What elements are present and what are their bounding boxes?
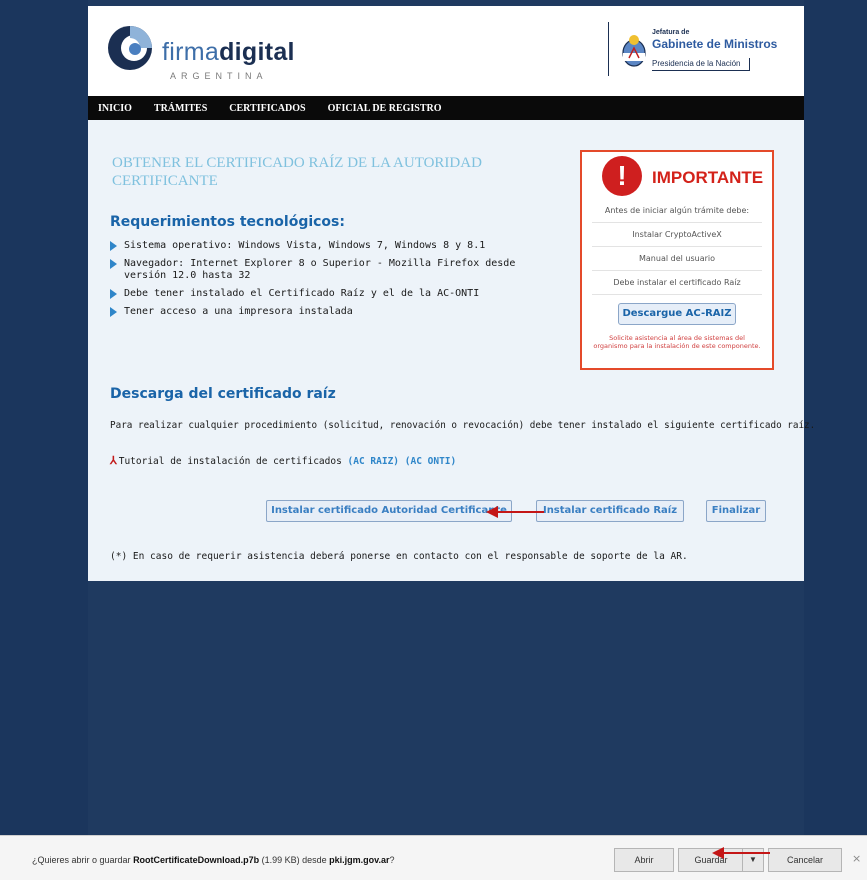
install-ac-certificate-button[interactable]: Instalar certificado Autoridad Certifica… [266, 500, 512, 522]
tutorial-line: ⅄ Tutorial de instalación de certificados… [110, 454, 456, 467]
open-button[interactable]: Abrir [614, 848, 674, 872]
bullet-arrow-icon [110, 289, 117, 299]
government-branding: Jefatura de Gabinete de Ministros Presid… [652, 28, 782, 74]
list-item: Navegador: Internet Explorer 8 o Superio… [110, 258, 550, 282]
requirements-list: Sistema operativo: Windows Vista, Window… [110, 240, 550, 324]
pdf-icon: ⅄ [110, 454, 117, 467]
divider [592, 246, 762, 247]
gov-small-label: Jefatura de [652, 29, 690, 36]
cancel-button[interactable]: Cancelar [768, 848, 842, 872]
requirement-text: Tener acceso a una impresora instalada [124, 306, 353, 317]
install-cryptoactivex-link[interactable]: Instalar CryptoActiveX [588, 230, 766, 239]
logo-text: firmadigital [162, 38, 295, 67]
page-title: OBTENER EL CERTIFICADO RAÍZ DE LA AUTORI… [112, 155, 482, 189]
national-seal-icon [622, 35, 646, 67]
main-navigation: INICIO TRÁMITES CERTIFICADOS OFICIAL DE … [88, 96, 804, 120]
logo-text-light: firma [162, 38, 220, 66]
logo-text-bold: digital [219, 38, 295, 66]
background-right-strip [804, 0, 867, 835]
requirements-heading: Requerimientos tecnológicos: [110, 214, 345, 230]
header-divider [608, 22, 609, 76]
install-root-cert-note: Debe instalar el certificado Raíz [613, 278, 741, 287]
download-description: Para realizar cualquier procedimiento (s… [110, 420, 816, 431]
divider [592, 222, 762, 223]
tutorial-text: Tutorial de instalación de certificados [118, 456, 342, 467]
requirement-text: Sistema operativo: Windows Vista, Window… [124, 240, 486, 251]
important-assistance-note: Solicite asistencia al área de sistemas … [593, 334, 761, 350]
bullet-arrow-icon [110, 307, 117, 317]
list-item: Debe tener instalado el Certificado Raíz… [110, 288, 550, 300]
tutorial-link-ac-raiz[interactable]: (AC RAIZ) [348, 456, 399, 467]
download-prompt-text: ¿Quieres abrir o guardar RootCertificate… [32, 855, 395, 865]
important-intro: Antes de iniciar algún trámite debe: [604, 206, 750, 215]
bullet-arrow-icon [110, 259, 117, 269]
site-header: firmadigital ARGENTINA Jefatura de Gabin… [88, 6, 804, 92]
close-icon[interactable]: × [852, 852, 861, 865]
download-prompt-suffix: ? [389, 855, 395, 865]
install-root-certificate-button[interactable]: Instalar certificado Raíz [536, 500, 684, 522]
download-domain: pki.jgm.gov.ar [329, 855, 390, 865]
nav-item-inicio[interactable]: INICIO [98, 103, 132, 114]
support-note: (*) En caso de requerir asistencia deber… [110, 551, 688, 562]
list-item: Sistema operativo: Windows Vista, Window… [110, 240, 550, 252]
user-manual-link[interactable]: Manual del usuario [588, 254, 766, 263]
download-prompt-prefix: ¿Quieres abrir o guardar [32, 855, 131, 865]
download-heading: Descarga del certificado raíz [110, 386, 336, 402]
download-size: (1.99 KB) desde [261, 855, 327, 865]
red-arrow-annotation-icon [712, 847, 770, 859]
red-arrow-annotation-icon [486, 506, 544, 518]
divider [592, 270, 762, 271]
download-filename: RootCertificateDownload.p7b [133, 855, 260, 865]
bullet-arrow-icon [110, 241, 117, 251]
gov-subtitle: Presidencia de la Nación [652, 58, 750, 71]
finish-button[interactable]: Finalizar [706, 500, 766, 522]
nav-item-tramites[interactable]: TRÁMITES [154, 103, 207, 114]
firmadigital-logo-icon [108, 26, 152, 70]
web-page: firmadigital ARGENTINA Jefatura de Gabin… [88, 6, 816, 581]
gov-title: Gabinete de Ministros [652, 37, 778, 51]
download-ac-raiz-button[interactable]: Descargue AC-RAIZ [618, 303, 736, 325]
list-item: Tener acceso a una impresora instalada [110, 306, 550, 318]
requirement-text: Debe tener instalado el Certificado Raíz… [124, 288, 480, 299]
divider [592, 294, 762, 295]
nav-item-certificados[interactable]: CERTIFICADOS [229, 103, 305, 114]
tutorial-link-ac-onti[interactable]: (AC ONTI) [405, 456, 456, 467]
requirement-text: Navegador: Internet Explorer 8 o Superio… [124, 258, 516, 281]
important-panel: ! IMPORTANTE Antes de iniciar algún trám… [580, 150, 774, 370]
nav-item-oficial-de-registro[interactable]: OFICIAL DE REGISTRO [328, 103, 442, 114]
background-left-strip [0, 0, 88, 835]
warning-icon: ! [602, 156, 642, 196]
important-title: IMPORTANTE [652, 168, 764, 187]
logo-subtitle: ARGENTINA [170, 71, 268, 81]
